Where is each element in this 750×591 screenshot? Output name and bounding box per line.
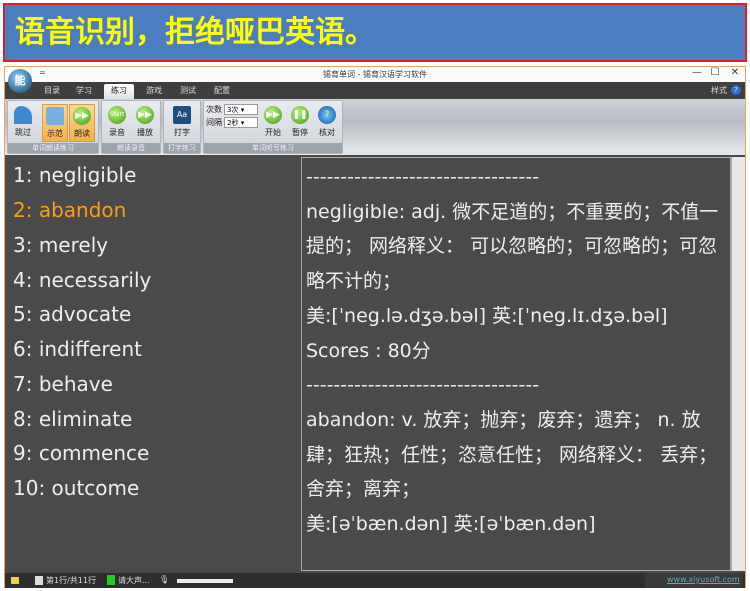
ribbon: 跳过 示范 ▶▶ 朗读 单词朗读练习 Start 录音 ▶▶ 播放 朗读录音 Aa 打字… [5, 99, 745, 155]
group-label: 打字练习 [164, 143, 200, 153]
scrollbar[interactable] [731, 157, 745, 571]
minimize-button[interactable]: — [687, 67, 707, 78]
score: Scores : 80分 [306, 339, 431, 362]
group-typing: Aa 打字 打字练习 [163, 100, 201, 154]
group-label: 单词听写练习 [204, 143, 342, 153]
skip-button[interactable]: 跳过 [10, 104, 36, 142]
fast-forward-icon: ▶▶ [73, 107, 91, 125]
definition: negligible: adj. 微不足道的；不重要的；不值一提的； 网络释义：… [306, 200, 719, 293]
tab-test[interactable]: 测试 [173, 84, 203, 99]
microphone-icon: 🎙 [159, 575, 170, 584]
record-button[interactable]: Start 录音 [104, 104, 130, 142]
dictionary-icon: Aa [173, 106, 191, 124]
play-button[interactable]: ▶▶ 播放 [132, 104, 158, 142]
group-label: 朗读录音 [102, 143, 160, 153]
help-icon[interactable]: ? [731, 85, 741, 95]
separator: ---------------------------------- [306, 166, 540, 188]
check-button[interactable]: ? 核对 [314, 104, 340, 142]
tab-practice[interactable]: 练习 [104, 84, 134, 99]
style-menu[interactable]: 样式 [711, 85, 727, 96]
quick-access-menu[interactable]: = [39, 68, 46, 77]
pause-icon: ❚❚ [291, 106, 309, 124]
voice-indicator-icon [107, 575, 115, 585]
fast-forward-icon: ▶▶ [136, 106, 154, 124]
interval-select[interactable]: 2秒 ▾ [224, 117, 258, 128]
prompt-status: 请大声... [118, 576, 150, 585]
check-icon: ? [318, 106, 336, 124]
read-button[interactable]: ▶▶ 朗读 [69, 104, 95, 142]
group-recording: Start 录音 ▶▶ 播放 朗读录音 [101, 100, 161, 154]
tab-games[interactable]: 游戏 [139, 84, 169, 99]
ribbon-tabs: 目录 学习 练习 游戏 测试 配置 样式 ? [5, 82, 745, 99]
word-list: 1: negligible 2: abandon 3: merely 4: ne… [5, 157, 299, 571]
volume-level-bar [177, 579, 233, 583]
start-record-icon: Start [108, 106, 126, 124]
tab-study[interactable]: 学习 [69, 84, 99, 99]
times-label: 次数 [206, 105, 222, 114]
word-item[interactable]: 1: negligible [13, 163, 136, 187]
word-item[interactable]: 10: outcome [13, 476, 139, 500]
group-word-reading: 跳过 示范 ▶▶ 朗读 单词朗读练习 [7, 100, 99, 154]
pronunciation: 美:[ˈneg.lə.dʒə.bəl] 英:[ˈneg.lɪ.dʒə.bəl] [306, 304, 668, 327]
pause-button[interactable]: ❚❚ 暂停 [287, 104, 313, 142]
group-label: 单词朗读练习 [8, 143, 98, 153]
demo-windows-icon [46, 107, 64, 125]
word-item[interactable]: 6: indifferent [13, 337, 142, 361]
demo-button[interactable]: 示范 [42, 104, 68, 142]
interval-label: 间隔 [206, 118, 222, 127]
word-item[interactable]: 3: merely [13, 233, 108, 257]
word-item[interactable]: 4: necessarily [13, 268, 151, 292]
document-icon [35, 576, 43, 585]
times-select[interactable]: 3次 ▾ [224, 104, 258, 115]
app-window: 锡育单词 - 锡育汉语学习软件 = — ☐ ✕ 能 目录 学习 练习 游戏 测试… [4, 66, 746, 588]
word-item[interactable]: 9: commence [13, 441, 149, 465]
window-title: 锡育单词 - 锡育汉语学习软件 [323, 70, 427, 79]
skip-arrow-icon [14, 106, 32, 124]
type-button[interactable]: Aa 打字 [169, 104, 195, 142]
group-dictation: 次数 3次 ▾ 间隔 2秒 ▾ ▶▶ 开始 ❚❚ 暂停 ? 核对 单词听写练习 [203, 100, 343, 154]
word-item[interactable]: 5: advocate [13, 302, 131, 326]
maximize-button[interactable]: ☐ [705, 67, 725, 78]
pronunciation: 美:[əˈbæn.dən] 英:[əˈbæn.dən] [306, 513, 596, 536]
status-bar: 第1行/共11行 请大声... 🎙 www.xiyusoft.com [5, 573, 745, 588]
website-link[interactable]: www.xiyusoft.com [645, 573, 743, 588]
app-logo-icon[interactable]: 能 [8, 69, 32, 93]
word-item[interactable]: 8: eliminate [13, 407, 132, 431]
start-button[interactable]: ▶▶ 开始 [260, 104, 286, 142]
definition: abandon: v. 放弃；抛弃；废弃；遗弃； n. 放肆；狂热；任性；恣意任… [306, 408, 718, 501]
row-status: 第1行/共11行 [46, 576, 96, 585]
tab-catalog[interactable]: 目录 [37, 84, 67, 99]
separator: ---------------------------------- [306, 374, 540, 397]
word-item[interactable]: 7: behave [13, 372, 113, 396]
tab-config[interactable]: 配置 [207, 84, 237, 99]
close-button[interactable]: ✕ [725, 67, 745, 78]
folder-icon[interactable] [11, 577, 19, 584]
banner-title: 语音识别，拒绝哑巴英语。 [3, 3, 747, 62]
word-item-selected[interactable]: 2: abandon [13, 198, 126, 222]
fast-forward-icon: ▶▶ [264, 106, 282, 124]
title-bar: 锡育单词 - 锡育汉语学习软件 = — ☐ ✕ [5, 67, 745, 82]
detail-panel: ---------------------------------- negli… [301, 157, 731, 571]
